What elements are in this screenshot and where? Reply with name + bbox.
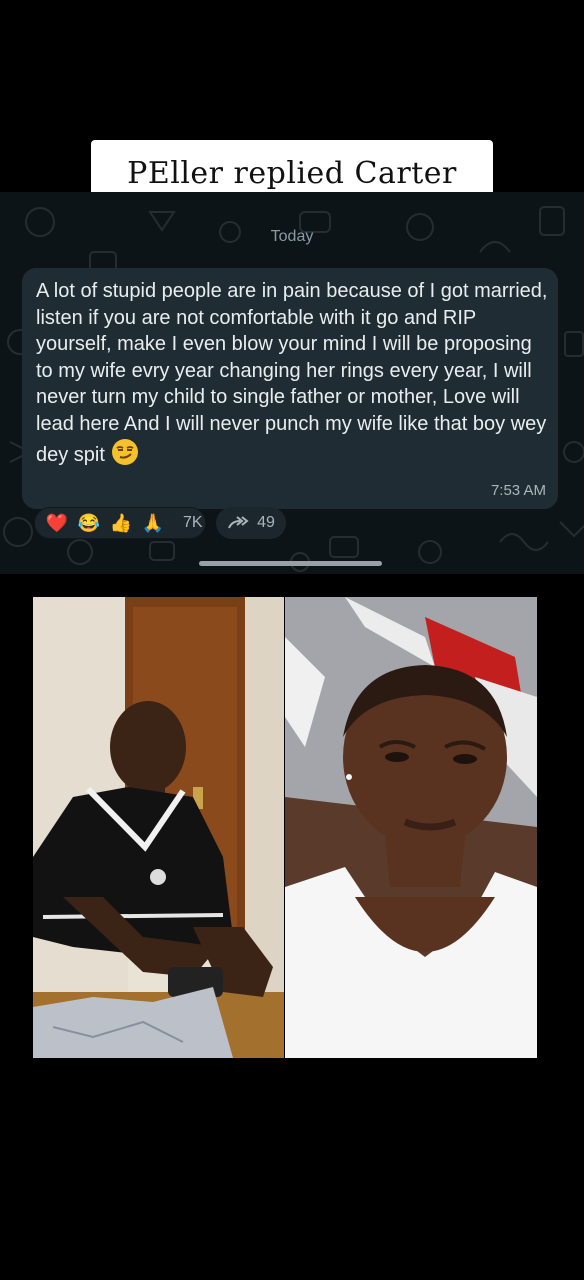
heart-reaction-icon: ❤️	[45, 513, 69, 533]
pray-reaction-icon: 🙏	[141, 513, 165, 533]
forwards-pill[interactable]: 49	[216, 507, 286, 539]
home-indicator[interactable]	[199, 561, 382, 566]
man-photo	[33, 597, 284, 1058]
message-time: 7:53 AM	[490, 482, 546, 499]
chat-screenshot: Today A lot of stupid people are in pain…	[0, 192, 584, 574]
message-bubble[interactable]: A lot of stupid people are in pain becau…	[22, 268, 558, 509]
forward-arrows-icon	[228, 516, 249, 529]
date-separator: Today	[270, 228, 314, 245]
reactions-pill[interactable]: ❤️ 😂 👍 🙏 7K	[34, 507, 206, 539]
smirking-face-icon	[111, 438, 138, 465]
laughing-reaction-icon: 😂	[77, 513, 101, 533]
message-body: A lot of stupid people are in pain becau…	[36, 278, 550, 468]
reaction-count: 7K	[183, 514, 203, 531]
forward-count: 49	[257, 514, 275, 531]
caption-text: PEller replied Carter	[127, 156, 457, 191]
thumbs-up-reaction-icon: 👍	[109, 513, 133, 533]
woman-photo	[285, 597, 537, 1058]
